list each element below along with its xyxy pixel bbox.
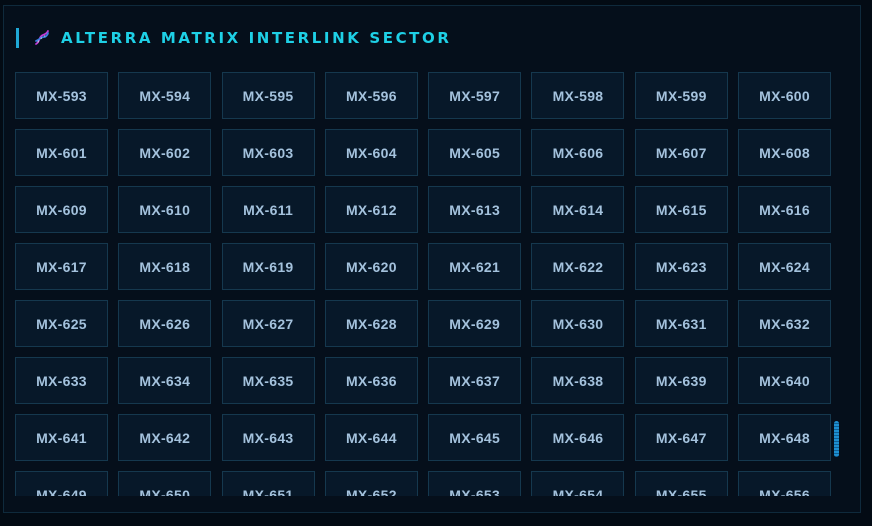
grid-cell[interactable]: MX-646 <box>531 414 625 461</box>
grid-cell[interactable]: MX-619 <box>221 243 315 290</box>
grid-cell[interactable]: MX-609 <box>15 186 108 233</box>
grid-cell[interactable]: MX-652 <box>324 471 418 496</box>
grid-cell[interactable]: MX-599 <box>634 72 728 119</box>
grid-cell[interactable]: MX-628 <box>324 300 418 347</box>
header-accent-bar <box>16 28 19 48</box>
grid-cell[interactable]: MX-597 <box>428 72 522 119</box>
grid-cell[interactable]: MX-600 <box>738 72 832 119</box>
grid-cell[interactable]: MX-604 <box>324 129 418 176</box>
grid-cell[interactable]: MX-608 <box>738 129 832 176</box>
grid-cell[interactable]: MX-645 <box>428 414 522 461</box>
dna-icon <box>33 29 51 47</box>
grid-viewport[interactable]: MX-593 MX-594 MX-595 MX-596 MX-597 MX-598 MX-5… <box>15 72 835 496</box>
grid-cell[interactable]: MX-594 <box>118 72 212 119</box>
panel-title: ALTERRA MATRIX INTERLINK SECTOR <box>61 29 452 47</box>
grid-cell[interactable]: MX-593 <box>15 72 108 119</box>
grid-cell[interactable]: MX-638 <box>531 357 625 404</box>
grid-cell[interactable]: MX-642 <box>118 414 212 461</box>
node-grid: MX-593 MX-594 MX-595 MX-596 MX-597 MX-598 MX-5… <box>15 72 835 496</box>
grid-cell[interactable]: MX-622 <box>531 243 625 290</box>
grid-cell[interactable]: MX-605 <box>428 129 522 176</box>
grid-cell[interactable]: MX-615 <box>634 186 728 233</box>
grid-cell[interactable]: MX-601 <box>15 129 108 176</box>
grid-cell[interactable]: MX-627 <box>221 300 315 347</box>
grid-cell[interactable]: MX-603 <box>221 129 315 176</box>
grid-cell[interactable]: MX-640 <box>738 357 832 404</box>
grid-cell[interactable]: MX-637 <box>428 357 522 404</box>
grid-cell[interactable]: MX-631 <box>634 300 728 347</box>
grid-cell[interactable]: MX-602 <box>118 129 212 176</box>
grid-cell[interactable]: MX-629 <box>428 300 522 347</box>
grid-cell[interactable]: MX-639 <box>634 357 728 404</box>
grid-cell[interactable]: MX-644 <box>324 414 418 461</box>
grid-cell[interactable]: MX-656 <box>738 471 832 496</box>
grid-cell[interactable]: MX-607 <box>634 129 728 176</box>
grid-cell[interactable]: MX-621 <box>428 243 522 290</box>
grid-cell[interactable]: MX-610 <box>118 186 212 233</box>
sector-panel: ALTERRA MATRIX INTERLINK SECTOR MX-593 MX… <box>3 5 861 513</box>
grid-cell[interactable]: MX-612 <box>324 186 418 233</box>
grid-cell[interactable]: MX-650 <box>118 471 212 496</box>
grid-cell[interactable]: MX-616 <box>738 186 832 233</box>
grid-cell[interactable]: MX-635 <box>221 357 315 404</box>
grid-cell[interactable]: MX-614 <box>531 186 625 233</box>
grid-cell[interactable]: MX-636 <box>324 357 418 404</box>
grid-cell[interactable]: MX-643 <box>221 414 315 461</box>
grid-cell[interactable]: MX-624 <box>738 243 832 290</box>
grid-cell[interactable]: MX-595 <box>221 72 315 119</box>
grid-cell[interactable]: MX-630 <box>531 300 625 347</box>
scrollbar-track[interactable] <box>834 72 840 496</box>
grid-cell[interactable]: MX-611 <box>221 186 315 233</box>
grid-cell[interactable]: MX-598 <box>531 72 625 119</box>
grid-cell[interactable]: MX-606 <box>531 129 625 176</box>
grid-cell[interactable]: MX-632 <box>738 300 832 347</box>
grid-cell[interactable]: MX-634 <box>118 357 212 404</box>
grid-cell[interactable]: MX-633 <box>15 357 108 404</box>
grid-cell[interactable]: MX-655 <box>634 471 728 496</box>
grid-cell[interactable]: MX-618 <box>118 243 212 290</box>
grid-cell[interactable]: MX-649 <box>15 471 108 496</box>
grid-cell[interactable]: MX-653 <box>428 471 522 496</box>
grid-cell[interactable]: MX-651 <box>221 471 315 496</box>
grid-cell[interactable]: MX-654 <box>531 471 625 496</box>
grid-cell[interactable]: MX-647 <box>634 414 728 461</box>
grid-cell[interactable]: MX-648 <box>738 414 832 461</box>
grid-cell[interactable]: MX-620 <box>324 243 418 290</box>
scrollbar-thumb[interactable] <box>834 421 839 457</box>
grid-cell[interactable]: MX-623 <box>634 243 728 290</box>
panel-header: ALTERRA MATRIX INTERLINK SECTOR <box>16 28 452 48</box>
grid-cell[interactable]: MX-626 <box>118 300 212 347</box>
grid-cell[interactable]: MX-613 <box>428 186 522 233</box>
grid-cell[interactable]: MX-625 <box>15 300 108 347</box>
grid-cell[interactable]: MX-641 <box>15 414 108 461</box>
grid-cell[interactable]: MX-596 <box>324 72 418 119</box>
grid-cell[interactable]: MX-617 <box>15 243 108 290</box>
